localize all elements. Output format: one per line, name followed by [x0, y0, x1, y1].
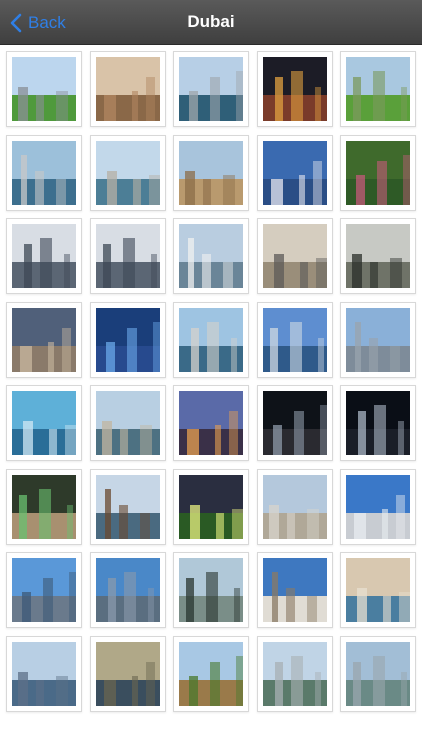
- photo-thumbnail[interactable]: [256, 552, 333, 628]
- photo-abra-boat: [95, 474, 160, 539]
- photo-creek-aerial: [95, 140, 160, 205]
- photo-thumbnail[interactable]: [6, 51, 82, 127]
- photo-creek-dusk: [95, 641, 160, 706]
- photo-thumbnail[interactable]: [6, 468, 82, 545]
- photo-peacock: [346, 140, 410, 205]
- page-title: Dubai: [187, 12, 235, 31]
- photo-thumbnail[interactable]: [6, 218, 82, 294]
- photo-dhow-sail-building: [179, 224, 243, 288]
- photo-thumbnail[interactable]: [6, 134, 82, 211]
- photo-thumbnail[interactable]: [256, 385, 333, 461]
- photo-thumbnail[interactable]: [89, 385, 166, 461]
- photo-thumbnail[interactable]: [6, 385, 82, 461]
- photo-curved-tower: [346, 474, 410, 539]
- photo-thumbnail[interactable]: [256, 134, 333, 211]
- photo-harbor-towers: [346, 641, 410, 706]
- photo-aerial-port: [12, 140, 76, 205]
- photo-metro-blue: [95, 307, 160, 372]
- photo-thumbnail[interactable]: [89, 301, 166, 378]
- photo-green-park: [346, 57, 410, 121]
- photo-thumbnail[interactable]: [256, 468, 333, 545]
- photo-burj-khalifa-day: [262, 307, 327, 372]
- photo-thumbnail[interactable]: [173, 552, 249, 628]
- photo-palm-hall: [346, 224, 410, 288]
- photo-thumbnail[interactable]: [340, 51, 416, 127]
- photo-burj-al-arab: [262, 140, 327, 205]
- photo-thumbnail[interactable]: [173, 635, 249, 712]
- photo-jumeirah-mosque: [262, 558, 327, 622]
- photo-glass-lamp: [179, 558, 243, 622]
- photo-twin-towers-2: [95, 224, 160, 288]
- photo-blue-tower: [12, 558, 76, 622]
- photo-thumbnail[interactable]: [89, 635, 166, 712]
- photo-night-tower: [346, 391, 410, 455]
- photo-thumbnail[interactable]: [256, 635, 333, 712]
- photo-thumbnail[interactable]: [89, 51, 166, 127]
- photo-grid: [6, 51, 418, 712]
- photo-thumbnail[interactable]: [340, 552, 416, 628]
- photo-tilted-tower: [95, 558, 160, 622]
- photo-thumbnail[interactable]: [173, 301, 249, 378]
- photo-burj-khalifa-sky: [346, 307, 410, 372]
- photo-twin-towers: [12, 224, 76, 288]
- photo-thumbnail[interactable]: [6, 552, 82, 628]
- photo-thumbnail[interactable]: [256, 51, 333, 127]
- photo-thumbnail[interactable]: [173, 134, 249, 211]
- photo-thumbnail[interactable]: [89, 468, 166, 545]
- photo-thumbnail[interactable]: [340, 134, 416, 211]
- photo-city-plane: [262, 474, 327, 539]
- photo-thumbnail[interactable]: [89, 552, 166, 628]
- photo-thumbnail[interactable]: [173, 468, 249, 545]
- photo-waterfront-towers: [179, 307, 243, 372]
- photo-thumbnail[interactable]: [89, 218, 166, 294]
- photo-thumbnail[interactable]: [256, 218, 333, 294]
- photo-creek-houses: [346, 558, 410, 622]
- photo-thumbnail[interactable]: [173, 385, 249, 461]
- photo-thumbnail[interactable]: [256, 301, 333, 378]
- photo-night-skyline: [262, 57, 327, 121]
- navigation-bar: Back Dubai: [0, 0, 422, 45]
- photo-mosque-domes: [95, 57, 160, 121]
- photo-thumbnail[interactable]: [340, 468, 416, 545]
- photo-curved-building: [12, 641, 76, 706]
- photo-camel-statue: [179, 140, 243, 205]
- photo-thumbnail[interactable]: [6, 301, 82, 378]
- photo-city-dusk: [179, 391, 243, 455]
- photo-creek-towers: [95, 391, 160, 455]
- photo-palm-trees: [179, 641, 243, 706]
- photo-marina-boats: [179, 57, 243, 121]
- photo-terminal-interior: [262, 224, 327, 288]
- photo-thumbnail[interactable]: [173, 51, 249, 127]
- photo-thumbnail[interactable]: [173, 218, 249, 294]
- photo-thumbnail[interactable]: [6, 635, 82, 712]
- photo-thumbnail[interactable]: [340, 301, 416, 378]
- photo-thumbnail[interactable]: [340, 218, 416, 294]
- photo-thumbnail[interactable]: [89, 134, 166, 211]
- photo-thumbnail[interactable]: [340, 635, 416, 712]
- photo-arched-tunnel: [12, 474, 76, 539]
- photo-night-sculpture: [262, 391, 327, 455]
- photo-thumbnail[interactable]: [340, 385, 416, 461]
- photo-golf-course-skyline: [12, 57, 76, 121]
- photo-glass-atrium: [12, 391, 76, 455]
- photo-station-curve: [12, 307, 76, 372]
- photo-waterfront-skyline: [262, 641, 327, 706]
- photo-night-garden: [179, 474, 243, 539]
